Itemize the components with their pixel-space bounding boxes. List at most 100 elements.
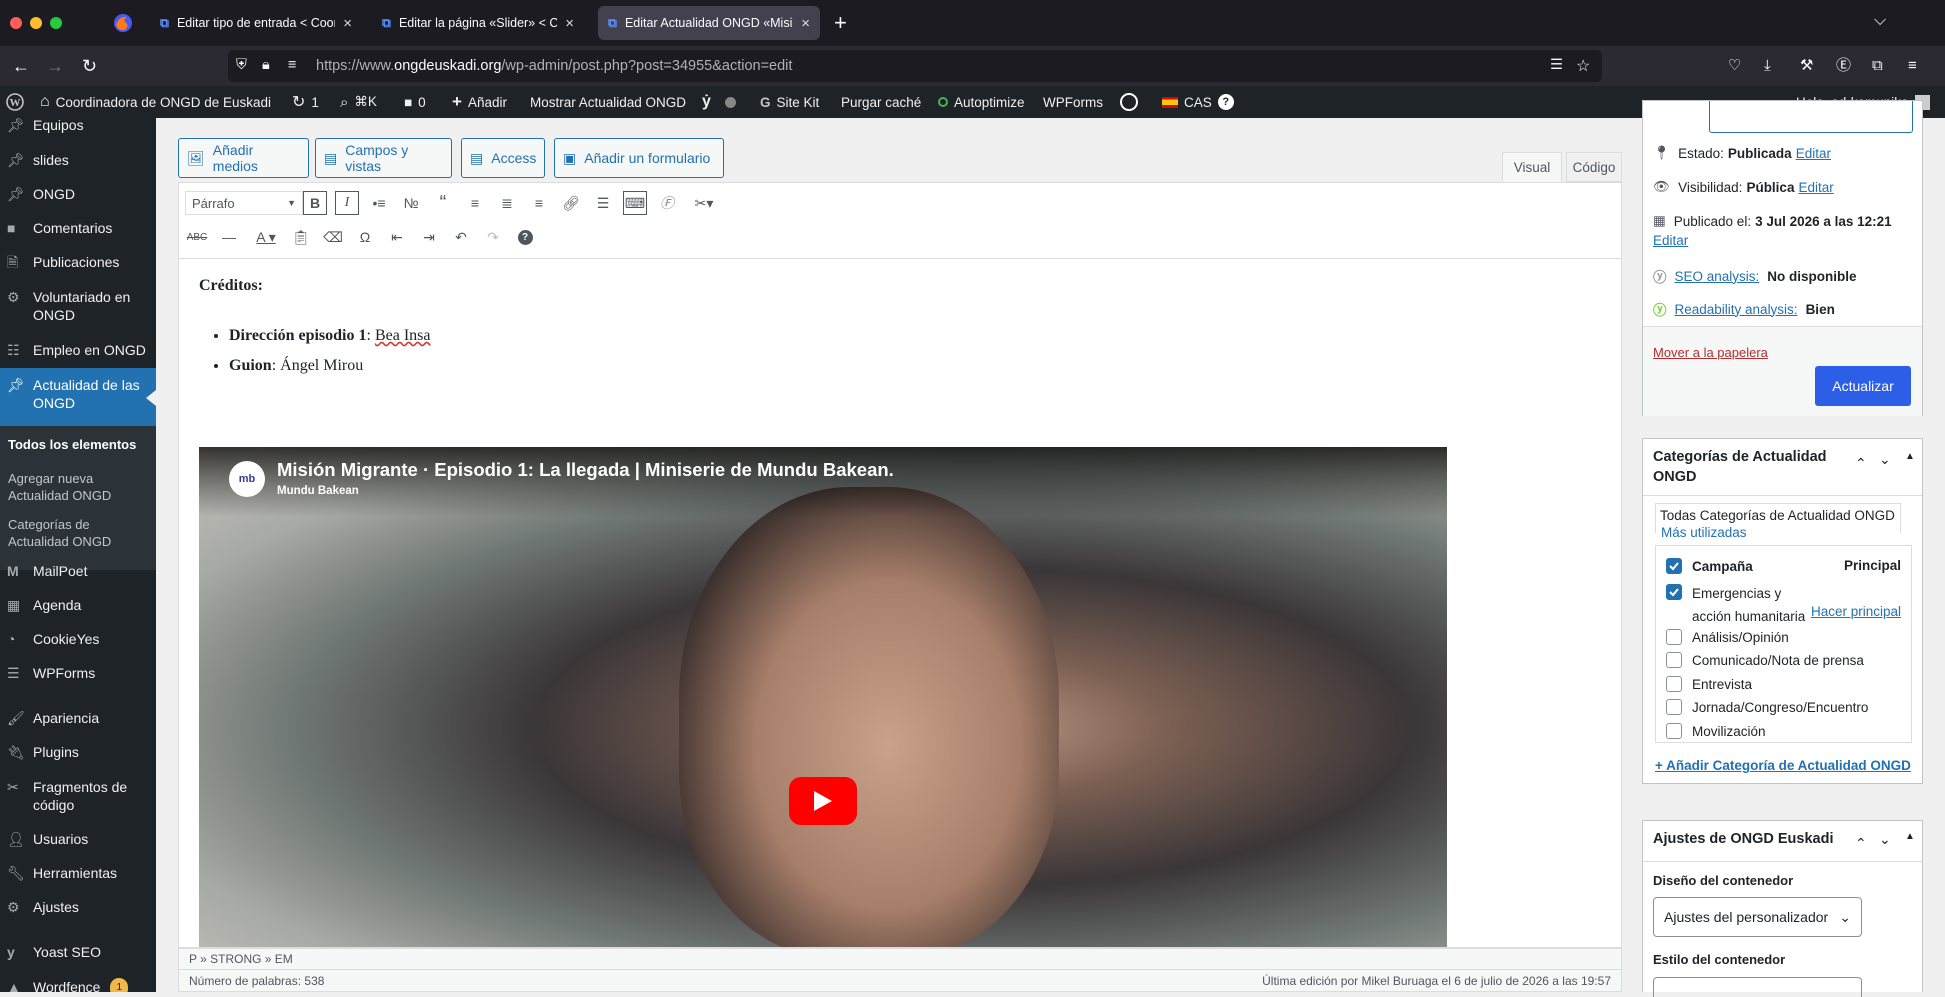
blockquote-icon[interactable]: “ xyxy=(431,191,455,215)
sidebar-item-ajustes[interactable]: ⚙ Ajustes xyxy=(0,898,156,916)
container-style-select[interactable] xyxy=(1653,977,1862,997)
youtube-video-embed[interactable]: mb Misión Migrante · Episodio 1: La lleg… xyxy=(199,447,1447,947)
pocket-icon[interactable]: ♡ xyxy=(1728,57,1741,75)
read-more-icon[interactable]: ☰ xyxy=(591,191,615,215)
lock-icon[interactable]: 🔒︎ xyxy=(262,57,270,73)
extensions-icon[interactable]: ⧉ xyxy=(1872,57,1883,75)
site-name-link[interactable]: ⌂ Coordinadora de ONGD de Euskadi xyxy=(40,86,271,118)
submenu-all-items[interactable]: Todos los elementos xyxy=(8,436,136,453)
category-item[interactable]: Movilización xyxy=(1666,723,1766,739)
move-up-icon[interactable]: ⌃ xyxy=(1855,835,1867,852)
channel-logo[interactable]: mb xyxy=(229,461,265,497)
make-primary-link[interactable]: Hacer principal xyxy=(1811,604,1901,619)
sidebar-item-voluntariado[interactable]: ⚙ Voluntariado en ONGD xyxy=(0,288,156,324)
sidebar-item-mailpoet[interactable]: M MailPoet xyxy=(0,562,156,580)
paste-text-icon[interactable]: 📋︎ xyxy=(289,225,313,249)
wpforms-link[interactable]: WPForms xyxy=(1043,86,1103,118)
align-left-icon[interactable]: ≡ xyxy=(463,191,487,215)
sidebar-item-wpforms[interactable]: ☰ WPForms xyxy=(0,664,156,682)
forms-icon[interactable]: Ⓕ xyxy=(655,191,679,215)
sidebar-item-plugins[interactable]: 🔌︎ Plugins xyxy=(0,743,156,761)
category-item[interactable]: Campaña xyxy=(1666,558,1753,574)
sidebar-item-comentarios[interactable]: ■ Comentarios xyxy=(0,219,156,237)
add-category-link[interactable]: + Añadir Categoría de Actualidad ONGD xyxy=(1655,758,1911,773)
update-button[interactable]: Actualizar xyxy=(1815,366,1911,406)
sidebar-item-yoast[interactable]: y Yoast SEO xyxy=(0,943,156,961)
sidebar-item-equipos[interactable]: 📌︎ Equipos xyxy=(0,118,156,134)
sidebar-item-fragmentos[interactable]: ✂ Fragmentos de código xyxy=(0,778,156,814)
preview-button[interactable] xyxy=(1709,101,1913,133)
indent-icon[interactable]: ⇥ xyxy=(417,225,441,249)
category-item[interactable]: Comunicado/Nota de prensa xyxy=(1666,652,1864,668)
toggle-panel-icon[interactable]: ▲ xyxy=(1905,831,1915,842)
close-window-icon[interactable] xyxy=(10,17,22,29)
add-form-button[interactable]: ▣ Añadir un formulario xyxy=(554,138,724,178)
italic-button[interactable]: I xyxy=(335,191,359,215)
edit-date-link[interactable]: Editar xyxy=(1653,233,1688,248)
purge-cache-link[interactable]: Purgar caché xyxy=(841,86,921,118)
category-item[interactable]: Análisis/Opinión xyxy=(1666,629,1789,645)
menu-icon[interactable]: ≡ xyxy=(1908,57,1917,75)
toggle-panel-icon[interactable]: ▲ xyxy=(1905,451,1915,462)
site-kit-link[interactable]: G Site Kit xyxy=(760,86,819,118)
wordpress-logo-icon[interactable]: W xyxy=(6,86,24,118)
close-tab-icon[interactable]: × xyxy=(343,15,352,32)
downloads-icon[interactable]: ⤓ xyxy=(1764,57,1771,75)
edit-status-link[interactable]: Editar xyxy=(1796,146,1831,161)
forward-icon[interactable]: → xyxy=(46,57,64,75)
sidebar-item-ongd[interactable]: 📌︎ ONGD xyxy=(0,185,156,203)
comments-link[interactable]: ■ 0 xyxy=(404,86,426,118)
tab-list-chevron-icon[interactable]: ⌵ xyxy=(1874,12,1886,30)
extension-e-icon[interactable]: Ⓔ xyxy=(1836,57,1851,75)
sidebar-item-agenda[interactable]: ▦ Agenda xyxy=(0,596,156,614)
help-icon[interactable]: ? xyxy=(513,225,537,249)
add-new-link[interactable]: + Añadir xyxy=(452,86,507,118)
maximize-window-icon[interactable] xyxy=(50,17,62,29)
sidebar-item-cookieyes[interactable]: ◔ CookieYes xyxy=(0,630,156,648)
bullet-list-icon[interactable]: •≡ xyxy=(367,191,391,215)
video-channel[interactable]: Mundu Bakean xyxy=(277,485,359,497)
undo-icon[interactable]: ↶ xyxy=(449,225,473,249)
sidebar-item-herramientas[interactable]: 🔧︎ Herramientas xyxy=(0,864,156,882)
autoptimize-link[interactable]: Autoptimize xyxy=(938,86,1025,118)
reader-view-icon[interactable]: ☰ xyxy=(1550,57,1563,73)
outdent-icon[interactable]: ⇤ xyxy=(385,225,409,249)
move-down-icon[interactable]: ⌄ xyxy=(1879,451,1891,468)
checkbox-checked[interactable] xyxy=(1666,584,1682,600)
seo-analysis-link[interactable]: SEO analysis: xyxy=(1675,269,1760,284)
format-select[interactable]: Párrafo ▼ xyxy=(185,191,303,215)
minimize-window-icon[interactable] xyxy=(30,17,42,29)
tab-code[interactable]: Código xyxy=(1566,152,1622,182)
toolbar-toggle-icon[interactable]: ⌨︎ xyxy=(623,191,647,215)
checkbox[interactable] xyxy=(1666,699,1682,715)
checkbox[interactable] xyxy=(1666,652,1682,668)
back-icon[interactable]: ← xyxy=(12,57,30,75)
browser-tab[interactable]: ⧉ Editar tipo de entrada < Coordin × xyxy=(150,6,362,40)
view-post-link[interactable]: Mostrar Actualidad ONGD xyxy=(530,86,686,118)
sidebar-item-wordfence[interactable]: ▲ Wordfence 1 xyxy=(0,978,156,992)
checkbox-checked[interactable] xyxy=(1666,558,1682,574)
updates-link[interactable]: ↻ 1 xyxy=(292,86,319,118)
trash-link[interactable]: Mover a la papelera xyxy=(1653,345,1768,360)
browser-tab[interactable]: ⧉ Editar la página «Slider» < Coo × xyxy=(372,6,584,40)
special-character-icon[interactable]: Ω xyxy=(353,225,377,249)
strikethrough-icon[interactable]: ABC xyxy=(185,225,209,249)
tab-visual[interactable]: Visual xyxy=(1502,152,1562,182)
command-palette-link[interactable]: ⌕ ⌘K xyxy=(340,86,377,118)
align-center-icon[interactable]: ≣ xyxy=(495,191,519,215)
url-bar[interactable]: ⛨ 🔒︎ ≡ https://www.ongdeuskadi.org/wp-ad… xyxy=(228,50,1602,82)
sidebar-item-apariencia[interactable]: 🖌︎ Apariencia xyxy=(0,709,156,727)
text-color-icon[interactable]: A ▾ xyxy=(249,225,283,249)
redo-icon[interactable]: ↷ xyxy=(481,225,505,249)
shield-icon[interactable]: ⛨ xyxy=(236,57,247,73)
category-item[interactable]: Entrevista xyxy=(1666,676,1752,692)
readability-link[interactable]: Readability analysis: xyxy=(1675,302,1798,317)
reload-icon[interactable]: ↻ xyxy=(82,57,97,75)
browser-tab-active[interactable]: ⧉ Editar Actualidad ONGD «Misión × xyxy=(598,6,820,40)
horizontal-line-icon[interactable]: — xyxy=(217,225,241,249)
language-switcher[interactable]: CAS ? xyxy=(1162,86,1234,118)
new-tab-button[interactable]: + xyxy=(834,10,847,36)
clear-formatting-icon[interactable]: ⌫ xyxy=(321,225,345,249)
yoast-adminbar-icon[interactable]: ẏ xyxy=(702,86,736,118)
checkbox[interactable] xyxy=(1666,629,1682,645)
